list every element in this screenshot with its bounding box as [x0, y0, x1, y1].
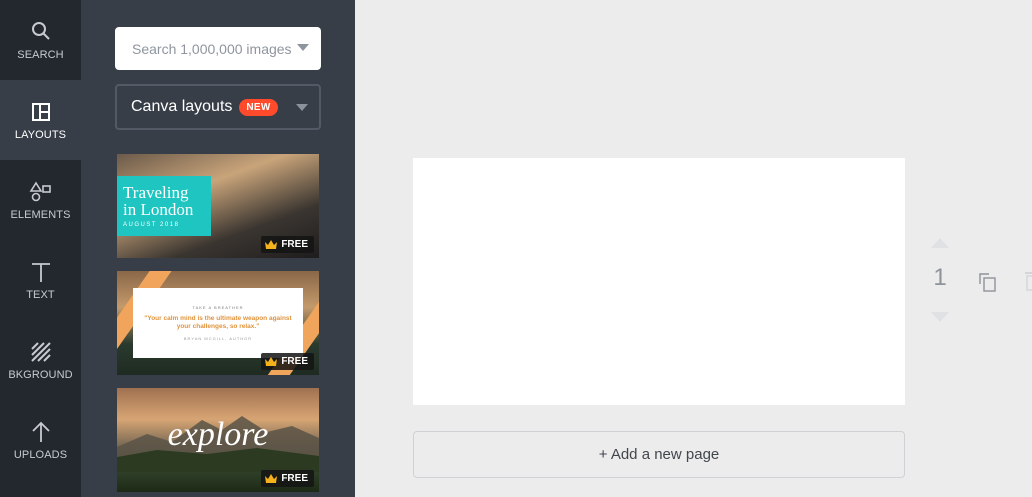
nav-background[interactable]: BKGROUND	[0, 320, 81, 400]
nav-text[interactable]: TEXT	[0, 240, 81, 320]
search-placeholder: Search 1,000,000 images	[132, 40, 292, 57]
layouts-panel: Search 1,000,000 images Canva layouts NE…	[81, 0, 355, 497]
nav-background-label: BKGROUND	[8, 369, 73, 381]
chevron-down-icon[interactable]	[297, 44, 309, 51]
free-badge: FREE	[261, 236, 314, 253]
search-icon	[31, 22, 50, 40]
thumbnail-title: explore	[167, 416, 269, 453]
duplicate-page-icon[interactable]	[977, 271, 999, 293]
add-new-page-button[interactable]: + Add a new page	[413, 431, 905, 478]
free-label: FREE	[281, 239, 308, 250]
thumbnail-title-box: Traveling in London AUGUST 2018	[117, 176, 211, 236]
layout-thumbnail-london[interactable]: Traveling in London AUGUST 2018 FREE	[117, 154, 319, 258]
nav-text-label: TEXT	[26, 289, 55, 301]
elements-icon	[29, 181, 51, 202]
nav-layouts[interactable]: LAYOUTS	[0, 80, 81, 160]
crown-icon	[265, 474, 278, 483]
design-page-canvas[interactable]	[413, 158, 905, 405]
layouts-icon	[31, 103, 50, 121]
quote-author: BRYAN MCGILL, AUTHOR	[183, 336, 253, 341]
side-nav-rail: SEARCH LAYOUTS ELEMENTS TEXT BKGROUND UP…	[0, 0, 81, 497]
move-page-up-icon[interactable]	[931, 238, 949, 248]
quote-kicker: TAKE A BREATHER	[192, 305, 244, 310]
delete-page-icon[interactable]	[1021, 268, 1032, 292]
nav-uploads-label: UPLOADS	[13, 449, 68, 461]
background-icon	[30, 342, 51, 362]
free-label: FREE	[281, 356, 308, 367]
layout-thumbnail-quote[interactable]: TAKE A BREATHER "Your calm mind is the u…	[117, 271, 319, 375]
nav-elements-label: ELEMENTS	[10, 209, 71, 221]
nav-uploads[interactable]: UPLOADS	[0, 400, 81, 480]
thumbnail-title: Traveling in London	[123, 183, 194, 219]
free-label: FREE	[281, 473, 308, 484]
layout-thumbnail-explore[interactable]: explore FREE	[117, 388, 319, 492]
nav-elements[interactable]: ELEMENTS	[0, 160, 81, 240]
thumbnail-subtitle: AUGUST 2018	[123, 222, 180, 228]
page-number: 1	[933, 264, 947, 291]
layout-category-dropdown[interactable]: Canva layouts NEW	[115, 84, 321, 130]
new-badge: NEW	[239, 98, 278, 116]
image-search-input[interactable]: Search 1,000,000 images	[115, 27, 321, 70]
upload-icon	[31, 421, 50, 442]
free-badge: FREE	[261, 470, 314, 487]
nav-search[interactable]: SEARCH	[0, 0, 81, 80]
text-icon	[31, 263, 50, 282]
crown-icon	[265, 240, 278, 249]
quote-card: TAKE A BREATHER "Your calm mind is the u…	[133, 288, 303, 358]
free-badge: FREE	[261, 353, 314, 370]
layout-category-label: Canva layouts	[131, 98, 233, 115]
quote-text: "Your calm mind is the ultimate weapon a…	[144, 315, 292, 330]
move-page-down-icon[interactable]	[931, 312, 949, 322]
crown-icon	[265, 357, 278, 366]
chevron-down-icon	[296, 104, 308, 111]
nav-layouts-label: LAYOUTS	[14, 129, 67, 141]
nav-search-label: SEARCH	[17, 49, 64, 61]
